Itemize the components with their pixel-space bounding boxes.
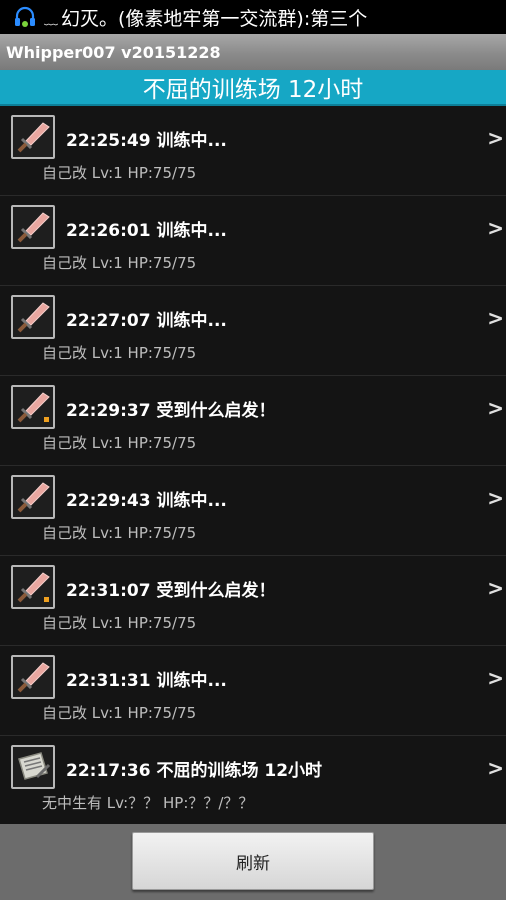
entry-subtitle: 自己改 Lv:1 HP:75/75 (42, 524, 197, 542)
chevron-right-icon: > (487, 216, 504, 240)
refresh-button[interactable]: 刷新 (132, 832, 374, 890)
chat-dots-icon: ﹏ (44, 12, 58, 28)
entry-subtitle: 自己改 Lv:1 HP:75/75 (42, 254, 197, 272)
entry-subtitle: 自己改 Lv:1 HP:75/75 (42, 704, 197, 722)
sword-spark-icon (11, 385, 55, 429)
notification-text[interactable]: 幻灭。(像素地牢第一交流群):第三个 (61, 4, 367, 31)
sword-icon (11, 205, 55, 249)
entry-title: 22:25:49 训练中... (66, 131, 227, 151)
list-item[interactable]: 22:27:07 训练中... 自己改 Lv:1 HP:75/75 > (0, 286, 506, 376)
list-item[interactable]: 22:31:31 训练中... 自己改 Lv:1 HP:75/75 > (0, 646, 506, 736)
status-bar: ﹏ 幻灭。(像素地牢第一交流群):第三个 (0, 0, 506, 34)
chevron-right-icon: > (487, 306, 504, 330)
list-item[interactable]: 22:31:07 受到什么启发！ 自己改 Lv:1 HP:75/75 > (0, 556, 506, 646)
entry-subtitle: 自己改 Lv:1 HP:75/75 (42, 434, 197, 452)
chevron-right-icon: > (487, 396, 504, 420)
sword-spark-icon (11, 565, 55, 609)
list-item[interactable]: 22:26:01 训练中... 自己改 Lv:1 HP:75/75 > (0, 196, 506, 286)
list-item[interactable]: 22:25:49 训练中... 自己改 Lv:1 HP:75/75 > (0, 106, 506, 196)
chevron-right-icon: > (487, 666, 504, 690)
entry-subtitle: 自己改 Lv:1 HP:75/75 (42, 344, 197, 362)
app-title: Whipper007 v20151228 (6, 42, 221, 62)
chevron-right-icon: > (487, 126, 504, 150)
headset-icon (12, 4, 38, 30)
sword-icon (11, 295, 55, 339)
entry-subtitle: 自己改 Lv:1 HP:75/75 (42, 614, 197, 632)
chevron-right-icon: > (487, 756, 504, 780)
entry-subtitle: 无中生有 Lv:？？ HP:？？/？？ (42, 794, 254, 812)
sword-icon (11, 475, 55, 519)
sword-icon (11, 115, 55, 159)
footer-bar: 刷新 (0, 824, 506, 900)
section-header: 不屈的训练场 12小时 (0, 70, 506, 106)
log-list[interactable]: 22:25:49 训练中... 自己改 Lv:1 HP:75/75 > 22:2… (0, 106, 506, 824)
list-item[interactable]: 22:29:37 受到什么启发！ 自己改 Lv:1 HP:75/75 > (0, 376, 506, 466)
chevron-right-icon: > (487, 486, 504, 510)
entry-subtitle: 自己改 Lv:1 HP:75/75 (42, 164, 197, 182)
app-title-bar: Whipper007 v20151228 (0, 34, 506, 70)
chevron-right-icon: > (487, 576, 504, 600)
entry-title: 22:26:01 训练中... (66, 221, 227, 241)
entry-title: 22:27:07 训练中... (66, 311, 227, 331)
scroll-icon (11, 745, 55, 789)
entry-title: 22:29:37 受到什么启发！ (66, 401, 276, 421)
list-item[interactable]: 22:17:36 不屈的训练场 12小时 无中生有 Lv:？？ HP:？？/？？… (0, 736, 506, 824)
list-item[interactable]: 22:29:43 训练中... 自己改 Lv:1 HP:75/75 > (0, 466, 506, 556)
header-title: 不屈的训练场 12小时 (142, 77, 364, 103)
entry-title: 22:31:07 受到什么启发！ (66, 581, 276, 601)
entry-title: 22:31:31 训练中... (66, 671, 227, 691)
entry-title: 22:29:43 训练中... (66, 491, 227, 511)
sword-icon (11, 655, 55, 699)
entry-title: 22:17:36 不屈的训练场 12小时 (66, 761, 323, 781)
